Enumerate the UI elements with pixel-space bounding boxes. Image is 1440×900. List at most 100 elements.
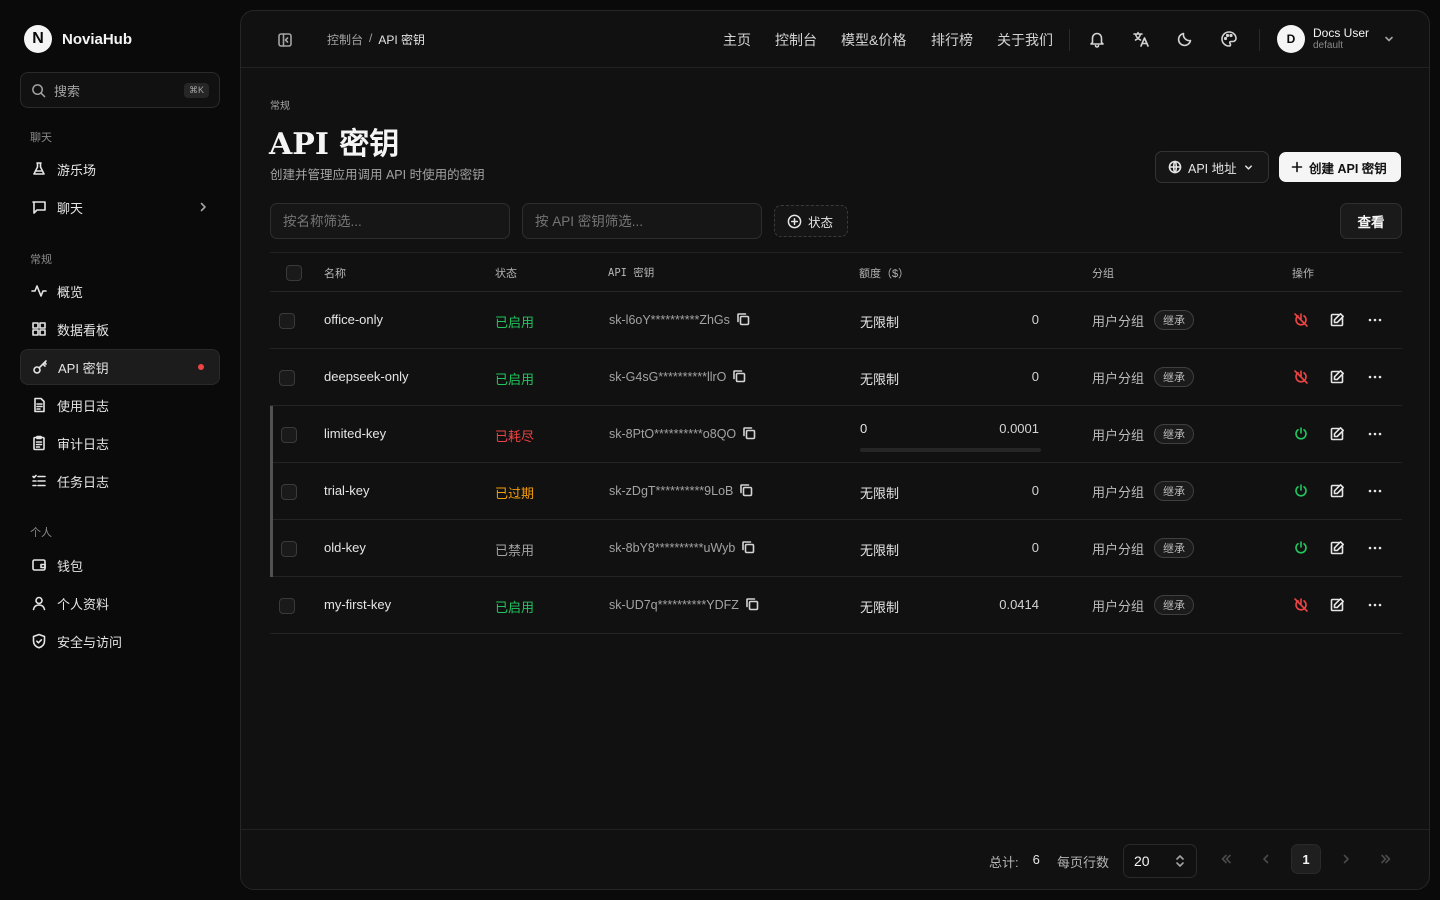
edit-icon[interactable]	[1329, 312, 1345, 328]
last-page-icon[interactable]	[1379, 852, 1393, 866]
column-name[interactable]: 名称	[324, 265, 346, 281]
wallet-icon	[32, 559, 46, 571]
sidebar-item-playground[interactable]: 游乐场	[20, 151, 220, 187]
user-group: default	[1313, 40, 1344, 51]
column-group[interactable]: 分组	[1092, 265, 1114, 281]
sidebar-item-audit-logs[interactable]: 审计日志	[20, 425, 220, 461]
api-key-cell: sk-l6oY**********ZhGs	[609, 312, 751, 327]
top-bar: 控制台 / API 密钥 主页 控制台 模型&价格 排行榜 关于我们 D Doc…	[241, 11, 1429, 68]
table-row[interactable]: old-key 已禁用 sk-8bY8**********uWyb 无限制 0 用户分组继…	[270, 520, 1402, 577]
edit-icon[interactable]	[1329, 426, 1345, 442]
api-keys-table: 名称 状态 API 密钥 额度（$） 分组 操作 office-only 已启用 s…	[270, 252, 1402, 634]
copy-icon[interactable]	[741, 540, 756, 555]
bell-icon[interactable]	[1088, 30, 1106, 48]
nav-leaderboard[interactable]: 排行榜	[931, 30, 973, 50]
plus-icon	[1291, 161, 1303, 173]
more-icon[interactable]	[1367, 369, 1383, 385]
table-row[interactable]: my-first-key 已启用 sk-UD7q**********YDFZ 无限制 0…	[270, 577, 1402, 634]
filter-name-input[interactable]	[270, 203, 510, 239]
nav-models-pricing[interactable]: 模型&价格	[841, 30, 906, 50]
nav-about[interactable]: 关于我们	[997, 30, 1053, 50]
sidebar-toggle-icon[interactable]	[277, 32, 293, 48]
sidebar-section-general: 常规	[30, 254, 52, 266]
first-page-icon[interactable]	[1219, 852, 1233, 866]
more-icon[interactable]	[1367, 597, 1383, 613]
power-off-icon[interactable]	[1293, 369, 1309, 385]
sidebar-item-api-keys[interactable]: API 密钥	[20, 349, 220, 385]
power-icon[interactable]	[1293, 540, 1309, 556]
user-icon	[32, 596, 46, 611]
sidebar-item-chat[interactable]: 聊天	[20, 189, 220, 225]
sidebar-item-usage-logs[interactable]: 使用日志	[20, 387, 220, 423]
sidebar: N NoviaHub 搜索 ⌘K 聊天 游乐场 聊天 常规 概览 数据看板 AP…	[0, 0, 240, 900]
quota-used: 0	[1031, 540, 1039, 555]
nav-console[interactable]: 控制台	[775, 30, 817, 50]
status-filter-label: 状态	[808, 215, 834, 230]
nav-home[interactable]: 主页	[723, 30, 751, 50]
palette-icon[interactable]	[1220, 30, 1238, 48]
copy-icon[interactable]	[742, 426, 757, 441]
row-checkbox[interactable]	[281, 427, 297, 443]
row-checkbox[interactable]	[281, 541, 297, 557]
rows-per-page-select[interactable]: 20	[1123, 844, 1197, 878]
translate-icon[interactable]	[1132, 30, 1150, 48]
status-filter-button[interactable]: 状态	[774, 205, 848, 237]
page-current[interactable]: 1	[1291, 844, 1321, 874]
copy-icon[interactable]	[736, 312, 751, 327]
api-address-button[interactable]: API 地址	[1155, 151, 1269, 183]
power-icon[interactable]	[1293, 483, 1309, 499]
select-all-checkbox[interactable]	[286, 265, 302, 281]
sidebar-item-overview[interactable]: 概览	[20, 273, 220, 309]
row-checkbox[interactable]	[281, 484, 297, 500]
quota-limit: 无限制	[860, 600, 900, 615]
sidebar-item-security[interactable]: 安全与访问	[20, 623, 220, 659]
row-checkbox[interactable]	[279, 598, 295, 614]
sidebar-item-task-logs[interactable]: 任务日志	[20, 463, 220, 499]
moon-icon[interactable]	[1176, 30, 1194, 48]
power-icon[interactable]	[1293, 426, 1309, 442]
table-row[interactable]: office-only 已启用 sk-l6oY**********ZhGs 无限制 0 用…	[270, 292, 1402, 349]
column-quota[interactable]: 额度（$）	[859, 265, 909, 281]
row-checkbox[interactable]	[279, 370, 295, 386]
edit-icon[interactable]	[1329, 483, 1345, 499]
prev-page-icon[interactable]	[1259, 852, 1273, 866]
table-row[interactable]: limited-key 已耗尽 sk-8PtO**********o8QO 0 0.00…	[270, 406, 1402, 463]
sidebar-search[interactable]: 搜索 ⌘K	[20, 72, 220, 108]
copy-icon[interactable]	[732, 369, 747, 384]
column-api-key[interactable]: API 密钥	[608, 265, 654, 280]
more-icon[interactable]	[1367, 426, 1383, 442]
status-badge: 已启用	[495, 600, 535, 615]
user-menu[interactable]: D Docs User default	[1277, 25, 1395, 53]
copy-icon[interactable]	[745, 597, 760, 612]
next-page-icon[interactable]	[1339, 852, 1353, 866]
copy-icon[interactable]	[739, 483, 754, 498]
column-status[interactable]: 状态	[495, 265, 517, 281]
row-checkbox[interactable]	[279, 313, 295, 329]
edit-icon[interactable]	[1329, 540, 1345, 556]
sidebar-item-wallet[interactable]: 钱包	[20, 547, 220, 583]
sidebar-item-label: 安全与访问	[57, 634, 123, 650]
power-off-icon[interactable]	[1293, 312, 1309, 328]
more-icon[interactable]	[1367, 483, 1383, 499]
sidebar-item-profile[interactable]: 个人资料	[20, 585, 220, 621]
breadcrumb-parent[interactable]: 控制台	[327, 31, 363, 48]
more-icon[interactable]	[1367, 312, 1383, 328]
filter-key-input[interactable]	[522, 203, 762, 239]
chevron-down-icon	[1244, 164, 1252, 170]
sidebar-item-dashboard[interactable]: 数据看板	[20, 311, 220, 347]
table-row[interactable]: deepseek-only 已启用 sk-G4sG**********llrO 无限制…	[270, 349, 1402, 406]
more-icon[interactable]	[1367, 540, 1383, 556]
chevron-right-icon	[200, 202, 206, 212]
table-row[interactable]: trial-key 已过期 sk-zDgT**********9LoB 无限制 0 用户分…	[270, 463, 1402, 520]
view-button[interactable]: 查看	[1340, 203, 1402, 239]
shield-icon	[32, 633, 46, 649]
create-api-key-button[interactable]: 创建 API 密钥	[1279, 152, 1401, 182]
total-count: 总计: 6	[989, 852, 1040, 871]
avatar: D	[1277, 25, 1305, 53]
brand[interactable]: N NoviaHub	[24, 25, 132, 53]
api-key-cell: sk-zDgT**********9LoB	[609, 483, 754, 498]
power-off-icon[interactable]	[1293, 597, 1309, 613]
sidebar-item-label: 概览	[57, 284, 84, 300]
edit-icon[interactable]	[1329, 369, 1345, 385]
edit-icon[interactable]	[1329, 597, 1345, 613]
